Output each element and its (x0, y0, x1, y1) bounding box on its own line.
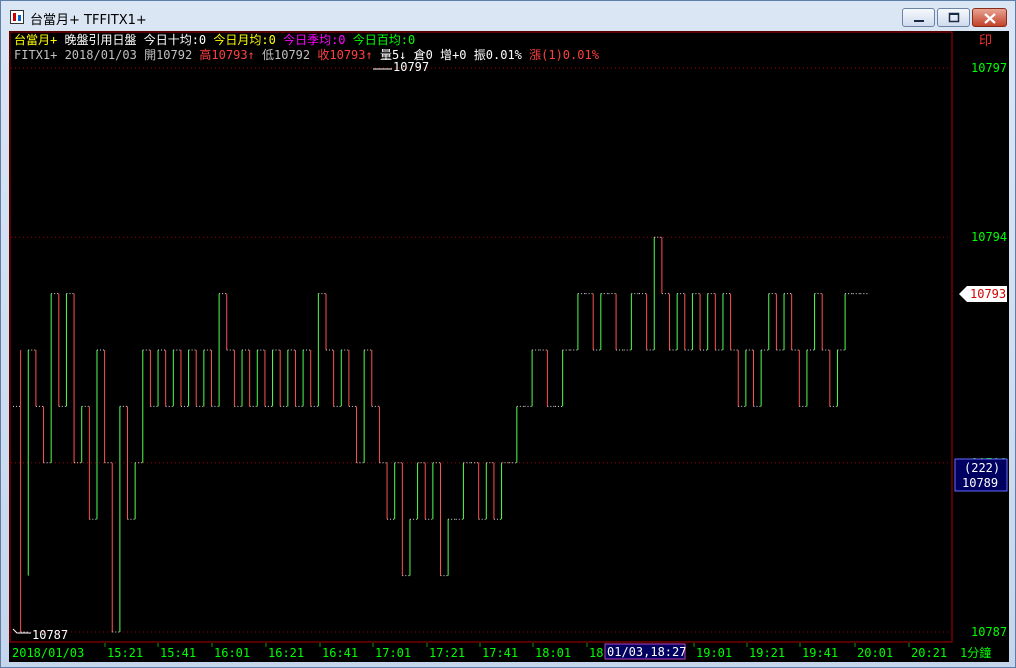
price-segments (13, 236, 868, 633)
close-icon (984, 13, 996, 24)
info-line-2-item-10: 漲(1)0.01% (522, 48, 600, 62)
chart-area[interactable]: 台當月+ 晚盤引用日盤 今日十均:0 今日月均:0 今日季均:0 今日百均:0 … (9, 31, 1009, 662)
info-line-2-item-2: 開10792 (137, 48, 192, 62)
y-tick-label: 10787 (971, 625, 1007, 639)
info-line-1-item-0: 台當月+ (14, 32, 57, 47)
x-tick-label: 16:41 (322, 646, 358, 660)
y-axis: 10797107941079010787 (971, 61, 1007, 639)
x-axis: 2018/01/03 15:21 15:41 16:01 16:21 16:41 17:01… (12, 643, 947, 660)
low-label: 10787 (32, 628, 68, 642)
cursor-time-label: 01/03,18:27 (607, 645, 686, 659)
info-line-1-item-2: 今日十均:0 (136, 32, 206, 47)
last-price-marker: 10793 (959, 286, 1007, 302)
cursor-time-box: 01/03,18:27 (604, 643, 686, 660)
info-line-2-item-9: 振0.01% (467, 48, 523, 62)
maximize-button[interactable] (937, 8, 970, 27)
minimize-icon (914, 20, 924, 22)
high-label: 10797 (393, 60, 429, 74)
info-line-2-item-1: 2018/01/03 (57, 48, 136, 62)
info-line-1-item-4: 今日季均:0 (276, 32, 346, 47)
app-window: 台當月+ TFFITX1+ 台當月+ 晚盤引用日盤 今日十均:0 今日月均:0 … (0, 0, 1016, 668)
x-tick-label: 17:41 (482, 646, 518, 660)
x-tick-label: 18 (589, 646, 603, 660)
x-tick-label: 16:01 (214, 646, 250, 660)
x-tick-label: 19:01 (696, 646, 732, 660)
cursor-price: 10789 (962, 476, 998, 490)
info-line-1-item-3: 今日月均:0 (206, 32, 276, 47)
maximize-icon (948, 12, 960, 23)
close-button[interactable] (972, 8, 1007, 27)
info-line-2-item-5: 收10793↑ (310, 48, 373, 62)
x-tick-label: 20:21 (911, 646, 947, 660)
info-line-2-item-3: 高10793↑ (192, 47, 255, 62)
print-button[interactable]: 印 (979, 34, 992, 49)
last-price-label: 10793 (970, 287, 1006, 301)
x-tick-label: 19:41 (802, 646, 838, 660)
y-tick-label: 10797 (971, 61, 1007, 75)
x-tick-label: 19:21 (749, 646, 785, 660)
high-marker: 10797 (373, 60, 429, 74)
y-tick-label: 10794 (971, 230, 1007, 244)
window-title: 台當月+ TFFITX1+ (30, 13, 147, 28)
x-tick-label: 2018/01/03 (12, 646, 84, 660)
price-chart[interactable]: 台當月+ 晚盤引用日盤 今日十均:0 今日月均:0 今日季均:0 今日百均:0 … (9, 31, 1009, 662)
info-line-2-item-8: 增+0 (433, 48, 467, 62)
x-tick-label: 16:21 (268, 646, 304, 660)
info-line-2-item-0: FITX1+ (14, 48, 57, 62)
info-line-1-item-1: 晚盤引用日盤 (57, 33, 136, 47)
timeframe-label[interactable]: 1分鐘 (960, 645, 991, 660)
x-tick-label: 17:01 (375, 646, 411, 660)
plot-frame (9, 31, 953, 643)
x-tick-label: 17:21 (429, 646, 465, 660)
x-tick-label: 15:41 (160, 646, 196, 660)
cursor-count: (222) (964, 461, 1000, 475)
low-marker: 10787 (12, 628, 68, 642)
info-line-2: FITX1+ 2018/01/03 開10792 高10793↑ 低10792 … (14, 47, 600, 62)
x-tick-label: 15:21 (107, 646, 143, 660)
info-line-2-item-4: 低10792 (255, 48, 310, 62)
minimize-button[interactable] (902, 8, 935, 27)
info-line-1-item-5: 今日百均:0 (346, 32, 416, 47)
app-chart-icon (10, 10, 24, 24)
x-tick-label: 20:01 (857, 646, 893, 660)
title-bar[interactable]: 台當月+ TFFITX1+ (1, 1, 1015, 31)
cursor-info-box: (222) 10789 (954, 458, 1008, 492)
info-line-1: 台當月+ 晚盤引用日盤 今日十均:0 今日月均:0 今日季均:0 今日百均:0 (14, 32, 415, 47)
x-tick-label: 18:01 (535, 646, 571, 660)
